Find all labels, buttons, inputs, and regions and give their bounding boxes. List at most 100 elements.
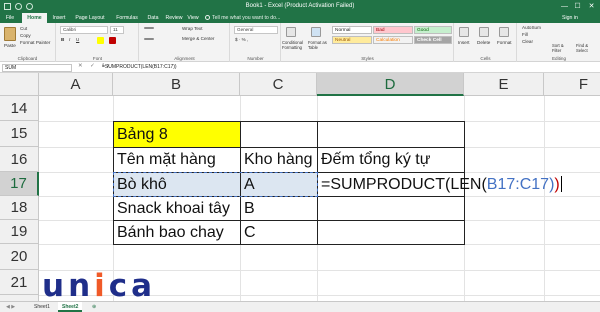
cell-b19[interactable]: Bánh bao chay [113, 220, 241, 245]
style-bad[interactable]: Bad [373, 26, 413, 34]
style-check-cell[interactable]: Check Cell [414, 36, 452, 44]
delete-cells-button[interactable]: Delete [477, 40, 490, 45]
cell-b16[interactable]: Tên mặt hàng [113, 147, 241, 173]
worksheet-grid[interactable]: A B C D E F 14 15 16 17 18 19 20 21 22 B… [0, 73, 600, 301]
currency-button[interactable]: $ · % , [235, 37, 248, 42]
conditional-formatting-button[interactable]: Conditional Formatting [282, 40, 306, 50]
sign-in-link[interactable]: Sign in [562, 13, 578, 23]
font-name-select[interactable]: Calibri [60, 26, 108, 34]
cell-c15[interactable] [240, 121, 318, 148]
conditional-formatting-icon[interactable] [286, 27, 296, 37]
column-header-a[interactable]: A [39, 73, 113, 96]
close-button[interactable]: ✕ [587, 2, 596, 11]
tab-insert[interactable]: Insert [48, 13, 70, 23]
cell-d18[interactable] [317, 196, 465, 221]
new-sheet-button[interactable]: ⊕ [88, 302, 100, 312]
tab-page-layout[interactable]: Page Layout [70, 13, 110, 23]
cell-d16[interactable]: Đếm tổng ký tự [317, 147, 465, 173]
row-header-20[interactable]: 20 [0, 244, 39, 270]
cell-b15[interactable]: Bảng 8 [113, 121, 241, 148]
select-all-corner[interactable] [0, 73, 39, 96]
cells-group-label: Cells [480, 56, 491, 61]
align-left-icon[interactable] [144, 38, 154, 40]
fill-color-icon[interactable] [97, 37, 104, 44]
font-color-icon[interactable] [109, 37, 116, 44]
row-header-15[interactable]: 15 [0, 121, 39, 147]
cell-d15[interactable] [317, 121, 465, 148]
tell-me-box[interactable]: Tell me what you want to do... [205, 13, 280, 23]
italic-button[interactable]: I [69, 37, 70, 42]
cell-b17[interactable]: Bò khô [113, 172, 241, 197]
style-normal[interactable]: Normal [332, 26, 372, 34]
cell-d19[interactable] [317, 220, 465, 245]
minimize-button[interactable]: — [560, 2, 569, 11]
cell-c17[interactable]: A [240, 172, 318, 197]
name-box[interactable]: SUM [2, 64, 72, 72]
sort-filter-button[interactable]: Sort & Filter [552, 43, 572, 53]
find-select-button[interactable]: Find & Select [576, 43, 598, 53]
font-size-select[interactable]: 11 [110, 26, 124, 34]
autosum-button[interactable]: AutoSum [522, 25, 541, 30]
insert-cells-button[interactable]: Insert [458, 40, 470, 45]
tab-file[interactable]: File [0, 13, 20, 23]
format-cells-icon[interactable] [499, 27, 509, 37]
maximize-button[interactable]: ☐ [573, 2, 582, 11]
tab-data[interactable]: Data [144, 13, 162, 23]
format-painter-button[interactable]: Format Painter [20, 40, 50, 45]
column-header-f[interactable]: F [544, 73, 600, 96]
copy-button[interactable]: Copy [20, 33, 31, 38]
unica-logo: unica [42, 268, 157, 304]
tab-review[interactable]: Review [162, 13, 186, 23]
format-cells-button[interactable]: Format [497, 40, 512, 45]
sheet-tab-2[interactable]: Sheet2 [58, 302, 83, 312]
font-group: Calibri 11 B I U Font [57, 23, 139, 62]
number-format-select[interactable]: General [234, 26, 278, 34]
ribbon-tab-bar: File Home Insert Page Layout Formulas Da… [0, 13, 600, 23]
format-as-table-icon[interactable] [311, 27, 321, 37]
underline-button[interactable]: U [76, 37, 79, 42]
number-group: General $ · % , Number [231, 23, 281, 62]
formula-input[interactable]: =SUMPRODUCT(LEN(B17:C17)) [100, 64, 598, 72]
style-good[interactable]: Good [414, 26, 452, 34]
style-calculation[interactable]: Calculation [373, 36, 413, 44]
cell-b18[interactable]: Snack khoai tây [113, 196, 241, 221]
number-group-label: Number [247, 56, 264, 61]
row-header-21[interactable]: 21 [0, 270, 39, 295]
row-header-17[interactable]: 17 [0, 172, 39, 196]
column-header-e[interactable]: E [464, 73, 544, 96]
styles-group-label: Styles [361, 56, 374, 61]
fill-button[interactable]: Fill [522, 32, 528, 37]
cell-d17-editing[interactable]: =SUMPRODUCT(LEN(B17:C17)) [317, 172, 562, 197]
tab-view[interactable]: View [184, 13, 202, 23]
row-header-19[interactable]: 19 [0, 220, 39, 244]
paste-label[interactable]: Paste [4, 43, 16, 48]
row-header-16[interactable]: 16 [0, 147, 39, 172]
paste-icon[interactable] [4, 27, 16, 41]
sheet-nav-arrows[interactable]: ◀ ▶ [2, 302, 19, 312]
delete-cells-icon[interactable] [479, 27, 489, 37]
align-top-icon[interactable] [144, 27, 154, 29]
cut-button[interactable]: Cut [20, 26, 27, 31]
tell-me-text: Tell me what you want to do... [212, 15, 281, 21]
wrap-text-button[interactable]: Wrap Text [182, 26, 203, 31]
alignment-group: Wrap Text Merge & Center Alignment [140, 23, 230, 62]
clipboard-group-label: Clipboard [17, 56, 38, 61]
cell-c18[interactable]: B [240, 196, 318, 221]
insert-cells-icon[interactable] [459, 27, 469, 37]
cell-c19[interactable]: C [240, 220, 318, 245]
style-neutral[interactable]: Neutral [332, 36, 372, 44]
row-header-14[interactable]: 14 [0, 96, 39, 121]
tab-home[interactable]: Home [22, 13, 47, 23]
clear-button[interactable]: Clear [522, 39, 533, 44]
column-header-c[interactable]: C [240, 73, 317, 96]
format-as-table-button[interactable]: Format as Table [308, 40, 332, 50]
cell-c16[interactable]: Kho hàng [240, 147, 318, 173]
bold-button[interactable]: B [61, 37, 64, 42]
sheet-tab-1[interactable]: Sheet1 [30, 302, 54, 312]
formula-prefix: =SUMPRODUCT(LEN( [321, 176, 487, 193]
column-header-b[interactable]: B [113, 73, 240, 96]
merge-center-button[interactable]: Merge & Center [182, 36, 214, 41]
row-header-18[interactable]: 18 [0, 196, 39, 220]
tab-formulas[interactable]: Formulas [112, 13, 142, 23]
column-header-d[interactable]: D [317, 73, 464, 96]
